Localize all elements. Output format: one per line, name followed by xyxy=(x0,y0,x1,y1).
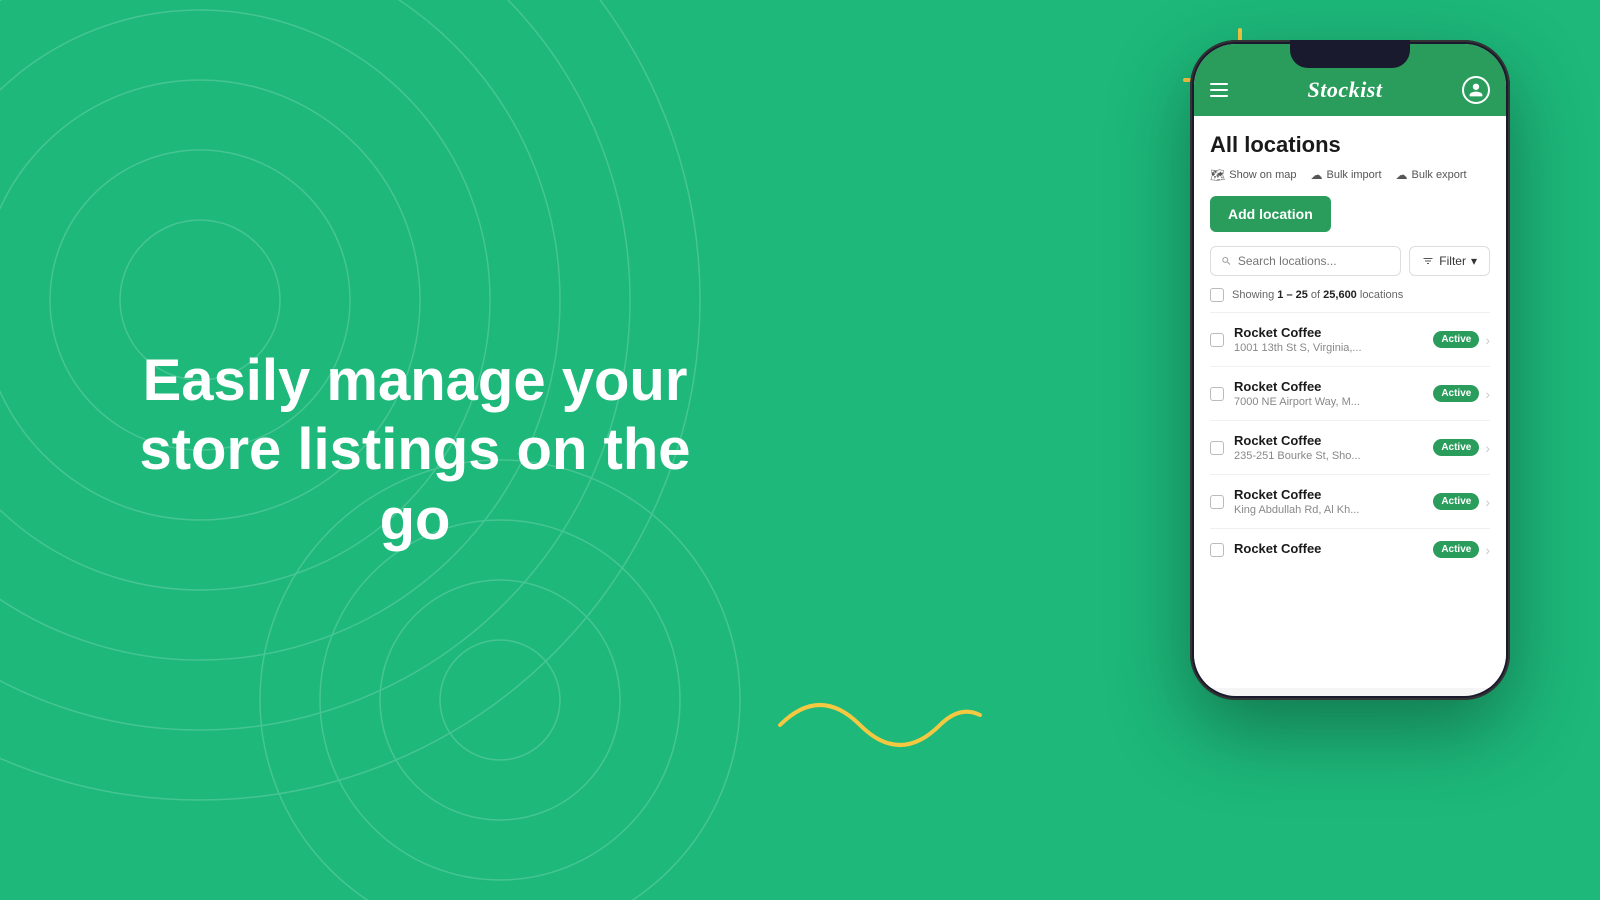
bulk-export-link[interactable]: ☁ Bulk export xyxy=(1396,168,1467,182)
status-badge: Active xyxy=(1433,493,1479,510)
phone-screen: Stockist All locations 🗺 Show on map xyxy=(1194,44,1506,696)
user-icon xyxy=(1468,82,1484,98)
hamburger-line-3 xyxy=(1210,95,1228,97)
action-links-row: 🗺 Show on map ☁ Bulk import ☁ Bulk expor… xyxy=(1210,168,1490,182)
showing-total: 25,600 xyxy=(1323,289,1357,301)
chevron-right-icon: › xyxy=(1485,542,1490,558)
showing-suffix: locations xyxy=(1360,289,1403,301)
location-address: 7000 NE Airport Way, M... xyxy=(1234,396,1423,408)
location-info: Rocket Coffee xyxy=(1234,541,1423,558)
download-icon: ☁ xyxy=(1396,168,1408,182)
location-name: Rocket Coffee xyxy=(1234,433,1423,448)
location-right: Active › xyxy=(1433,541,1490,558)
location-address: 235-251 Bourke St, Sho... xyxy=(1234,450,1423,462)
location-item[interactable]: Rocket Coffee Active › xyxy=(1210,528,1490,570)
location-checkbox[interactable] xyxy=(1210,441,1224,455)
phone-mockup: Stockist All locations 🗺 Show on map xyxy=(1190,40,1510,720)
location-name: Rocket Coffee xyxy=(1234,541,1423,556)
location-right: Active › xyxy=(1433,493,1490,510)
location-info: Rocket Coffee 7000 NE Airport Way, M... xyxy=(1234,379,1423,408)
show-on-map-label: Show on map xyxy=(1229,169,1296,181)
location-item[interactable]: Rocket Coffee 7000 NE Airport Way, M... … xyxy=(1210,366,1490,420)
location-item[interactable]: Rocket Coffee 235-251 Bourke St, Sho... … xyxy=(1210,420,1490,474)
left-section: Easily manage your store listings on the… xyxy=(0,0,830,900)
filter-icon xyxy=(1422,255,1434,267)
location-checkbox[interactable] xyxy=(1210,333,1224,347)
hamburger-line-2 xyxy=(1210,89,1228,91)
search-box xyxy=(1210,246,1401,276)
search-icon xyxy=(1221,255,1232,267)
location-list: Rocket Coffee 1001 13th St S, Virginia,.… xyxy=(1210,312,1490,570)
status-badge: Active xyxy=(1433,439,1479,456)
bulk-import-link[interactable]: ☁ Bulk import xyxy=(1311,168,1382,182)
chevron-right-icon: › xyxy=(1485,332,1490,348)
filter-button[interactable]: Filter ▾ xyxy=(1409,246,1490,276)
location-name: Rocket Coffee xyxy=(1234,379,1423,394)
location-checkbox[interactable] xyxy=(1210,543,1224,557)
status-badge: Active xyxy=(1433,385,1479,402)
app-content: All locations 🗺 Show on map ☁ Bulk impor… xyxy=(1194,116,1506,688)
hamburger-menu-button[interactable] xyxy=(1210,83,1228,97)
chevron-right-icon: › xyxy=(1485,386,1490,402)
status-badge: Active xyxy=(1433,541,1479,558)
page-title: All locations xyxy=(1210,132,1490,158)
location-address: King Abdullah Rd, Al Kh... xyxy=(1234,504,1423,516)
location-right: Active › xyxy=(1433,439,1490,456)
location-checkbox[interactable] xyxy=(1210,495,1224,509)
location-checkbox[interactable] xyxy=(1210,387,1224,401)
location-name: Rocket Coffee xyxy=(1234,325,1423,340)
hero-headline: Easily manage your store listings on the… xyxy=(135,346,695,555)
hamburger-line-1 xyxy=(1210,83,1228,85)
showing-row: Showing 1 – 25 of 25,600 locations xyxy=(1210,288,1490,302)
search-input[interactable] xyxy=(1238,254,1390,268)
search-filter-row: Filter ▾ xyxy=(1210,246,1490,276)
user-profile-button[interactable] xyxy=(1462,76,1490,104)
location-item[interactable]: Rocket Coffee King Abdullah Rd, Al Kh...… xyxy=(1210,474,1490,528)
phone-frame: Stockist All locations 🗺 Show on map xyxy=(1190,40,1510,700)
location-info: Rocket Coffee 1001 13th St S, Virginia,.… xyxy=(1234,325,1423,354)
filter-label: Filter xyxy=(1439,254,1466,268)
filter-chevron-icon: ▾ xyxy=(1471,254,1477,268)
bulk-export-label: Bulk export xyxy=(1412,169,1467,181)
select-all-checkbox[interactable] xyxy=(1210,288,1224,302)
location-name: Rocket Coffee xyxy=(1234,487,1423,502)
chevron-right-icon: › xyxy=(1485,494,1490,510)
upload-icon: ☁ xyxy=(1311,168,1323,182)
map-icon: 🗺 xyxy=(1210,168,1225,182)
phone-notch xyxy=(1290,40,1410,68)
location-right: Active › xyxy=(1433,385,1490,402)
location-right: Active › xyxy=(1433,331,1490,348)
showing-text: Showing 1 – 25 of 25,600 locations xyxy=(1232,289,1403,301)
location-item[interactable]: Rocket Coffee 1001 13th St S, Virginia,.… xyxy=(1210,312,1490,366)
app-logo: Stockist xyxy=(1308,77,1383,103)
location-info: Rocket Coffee King Abdullah Rd, Al Kh... xyxy=(1234,487,1423,516)
show-on-map-link[interactable]: 🗺 Show on map xyxy=(1210,168,1297,182)
chevron-right-icon: › xyxy=(1485,440,1490,456)
showing-of: of xyxy=(1311,289,1323,301)
location-info: Rocket Coffee 235-251 Bourke St, Sho... xyxy=(1234,433,1423,462)
bulk-import-label: Bulk import xyxy=(1327,169,1382,181)
status-badge: Active xyxy=(1433,331,1479,348)
showing-range: 1 – 25 xyxy=(1277,289,1308,301)
add-location-button[interactable]: Add location xyxy=(1210,196,1331,232)
showing-label: Showing xyxy=(1232,289,1274,301)
location-address: 1001 13th St S, Virginia,... xyxy=(1234,342,1423,354)
